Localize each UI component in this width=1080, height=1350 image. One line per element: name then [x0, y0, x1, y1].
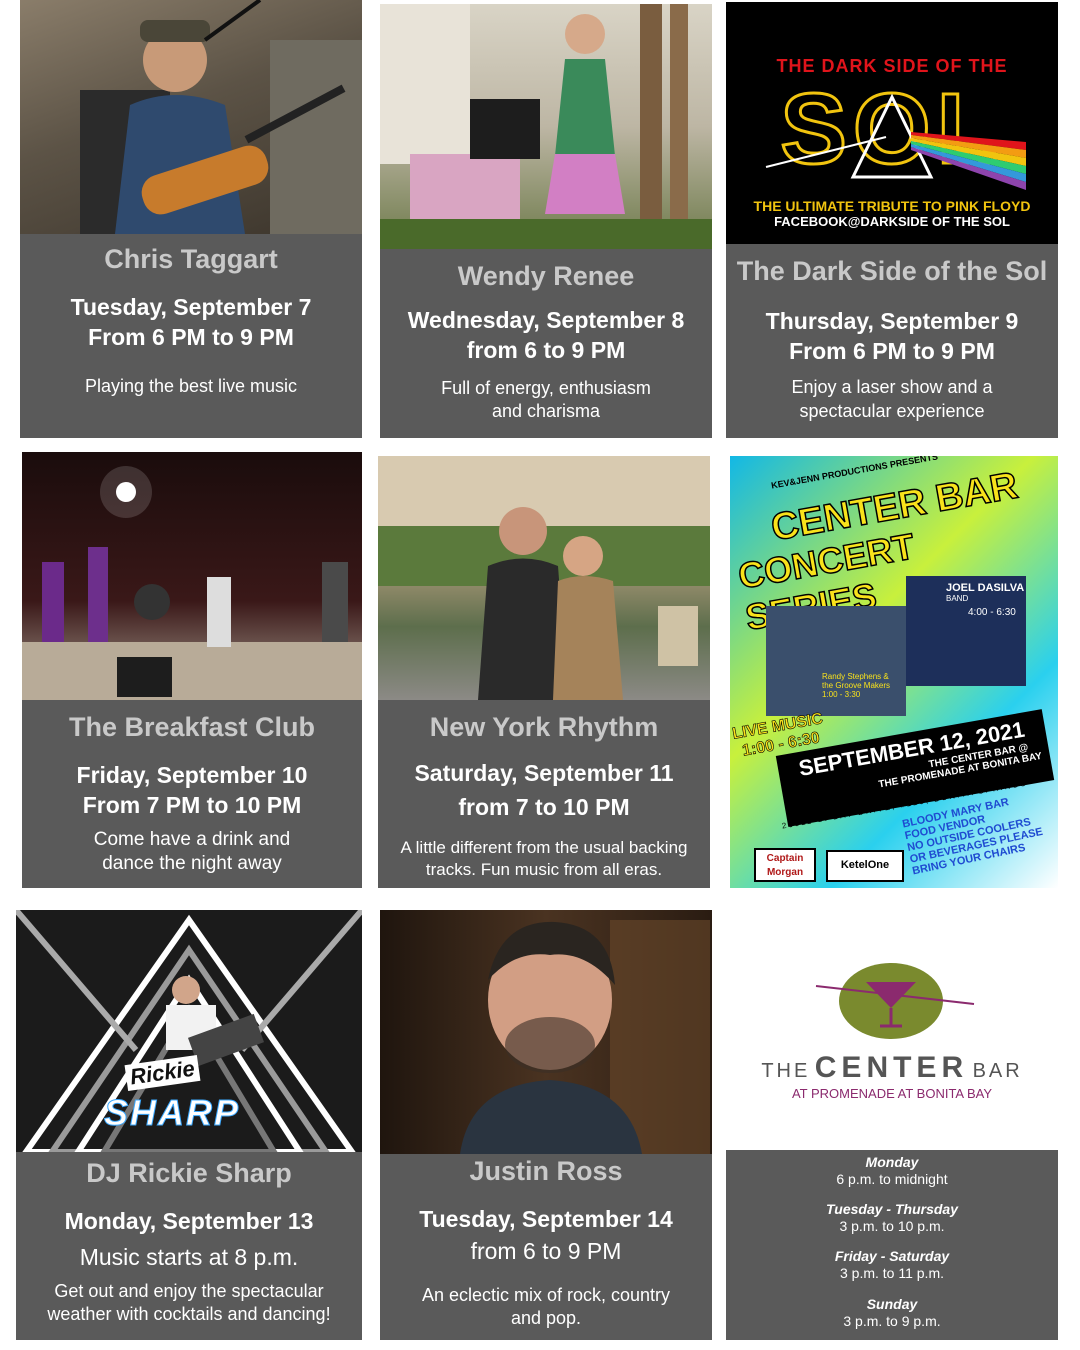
concert-series-poster: KEV&JENN PRODUCTIONS PRESENTS CENTER BAR… [730, 456, 1058, 888]
event-card-new-york-rhythm: New York Rhythm Saturday, September 11 f… [378, 456, 710, 888]
event-date: Saturday, September 11 [414, 760, 674, 786]
performer-name: Wendy Renee [457, 261, 635, 291]
act2-name: Randy Stephens & the Groove Makers 1:00 … [822, 672, 891, 699]
performer-photo [20, 0, 362, 234]
event-description-2: spectacular experience [799, 401, 985, 421]
event-description-2: dance the night away [102, 853, 282, 874]
portrait-illustration [460, 920, 710, 1154]
hours-day-tue-thu: Tuesday - Thursday [825, 1201, 958, 1217]
event-description-2: weather with cocktails and dancing! [47, 1304, 331, 1324]
event-time: from 6 to 9 PM [470, 1238, 622, 1264]
performer-photo [380, 4, 712, 249]
event-card-dj-rickie-sharp: Rickie SHARP DJ Rickie Sharp Monday, Sep… [16, 910, 362, 1340]
event-description: Full of energy, enthusiasm [441, 378, 651, 398]
event-time: from 6 to 9 PM [466, 337, 626, 363]
poster-tagline: THE ULTIMATE TRIBUTE TO PINK FLOYD [753, 198, 1031, 214]
sponsor-ketel-one: KetelOne [826, 850, 904, 882]
event-time: From 6 PM to 9 PM [88, 324, 294, 350]
act1-photo: JOEL DASILVA BAND 4:00 - 6:30 [906, 576, 1026, 686]
wordmark-the: THE [761, 1060, 811, 1082]
hours-time-sunday: 3 p.m. to 9 p.m. [843, 1313, 941, 1329]
event-description: Enjoy a laser show and a [791, 377, 993, 397]
event-date: Tuesday, September 7 [70, 294, 312, 320]
event-description: An eclectic mix of rock, country [421, 1285, 671, 1305]
act1-sub: BAND [946, 594, 969, 603]
venue-logo: THE CENTER BAR AT PROMENADE AT BONITA BA… [726, 926, 1058, 1150]
guitarist-illustration [80, 0, 362, 234]
event-card-breakfast-club: The Breakfast Club Friday, September 10 … [22, 452, 362, 888]
event-description: Playing the best live music [84, 376, 298, 396]
event-card-dark-side-sol: THE DARK SIDE OF THE SOL THE ULTIMATE TR… [726, 2, 1058, 438]
event-time: from 7 to 10 PM [458, 794, 630, 820]
event-card-justin-ross: Justin Ross Tuesday, September 14 from 6… [380, 910, 712, 1340]
performer-name: New York Rhythm [429, 712, 659, 742]
venue-subtitle: AT PROMENADE AT BONITA BAY [791, 1086, 993, 1101]
dj-logo-name: SHARP [103, 1092, 241, 1134]
duo-illustration [378, 456, 710, 700]
event-description: Get out and enjoy the spectacular [54, 1281, 324, 1301]
event-description: Come have a drink and [93, 829, 291, 850]
event-date: Tuesday, September 14 [419, 1206, 673, 1232]
performer-name: Justin Ross [469, 1156, 623, 1186]
wordmark-bar: BAR [972, 1060, 1023, 1082]
band-stage-illustration [22, 466, 362, 700]
venue-wordmark: THE CENTER BAR [726, 1051, 1058, 1085]
hours-time-fri-sat: 3 p.m. to 11 p.m. [839, 1265, 944, 1281]
performer-photo [380, 910, 712, 1154]
event-date: Friday, September 10 [76, 762, 308, 788]
act1-time: 4:00 - 6:30 [968, 607, 1016, 618]
hours-time-tue-thu: 3 p.m. to 10 p.m. [839, 1218, 945, 1234]
dj-logo-art: Rickie SHARP [16, 910, 362, 1152]
event-description-2: tracks. Fun music from all eras. [425, 860, 663, 879]
event-description: A little different from the usual backin… [400, 838, 688, 857]
venue-info-card: THE CENTER BAR AT PROMENADE AT BONITA BA… [726, 926, 1058, 1340]
band-poster: THE DARK SIDE OF THE SOL THE ULTIMATE TR… [726, 2, 1058, 244]
act2-photo: Randy Stephens & the Groove Makers 1:00 … [766, 606, 906, 716]
duo-photo [378, 456, 710, 700]
singer-illustration [380, 4, 712, 249]
event-card-wendy-renee: Wendy Renee Wednesday, September 8 from … [380, 4, 712, 438]
hours-day-fri-sat: Friday - Saturday [834, 1248, 950, 1264]
sponsor-captain-morgan: Captain Morgan [754, 848, 816, 882]
event-time: Music starts at 8 p.m. [79, 1244, 299, 1270]
event-time: From 6 PM to 9 PM [789, 338, 995, 364]
event-description-2: and pop. [510, 1308, 582, 1328]
event-card-chris-taggart: Chris Taggart Tuesday, September 7 From … [20, 0, 362, 438]
event-time: From 7 PM to 10 PM [82, 792, 302, 818]
performer-name: The Dark Side of the Sol [736, 256, 1048, 286]
hours-day-sunday: Sunday [866, 1296, 918, 1312]
performer-name: The Breakfast Club [68, 712, 316, 742]
act1-name: JOEL DASILVA [946, 582, 1025, 594]
poster-facebook: FACEBOOK@DARKSIDE OF THE SOL [774, 214, 1010, 229]
martini-icon [815, 963, 975, 1039]
event-date: Wednesday, September 8 [407, 307, 685, 333]
hours-time-monday: 6 p.m. to midnight [836, 1171, 948, 1187]
band-photo [22, 452, 362, 700]
performer-name: Chris Taggart [104, 244, 278, 274]
hours-day-monday: Monday [865, 1154, 919, 1170]
event-date: Monday, September 13 [64, 1208, 314, 1234]
performer-name: DJ Rickie Sharp [86, 1158, 292, 1188]
event-date: Thursday, September 9 [765, 308, 1019, 334]
event-description-2: and charisma [491, 401, 601, 421]
wordmark-center: CENTER [814, 1051, 969, 1084]
